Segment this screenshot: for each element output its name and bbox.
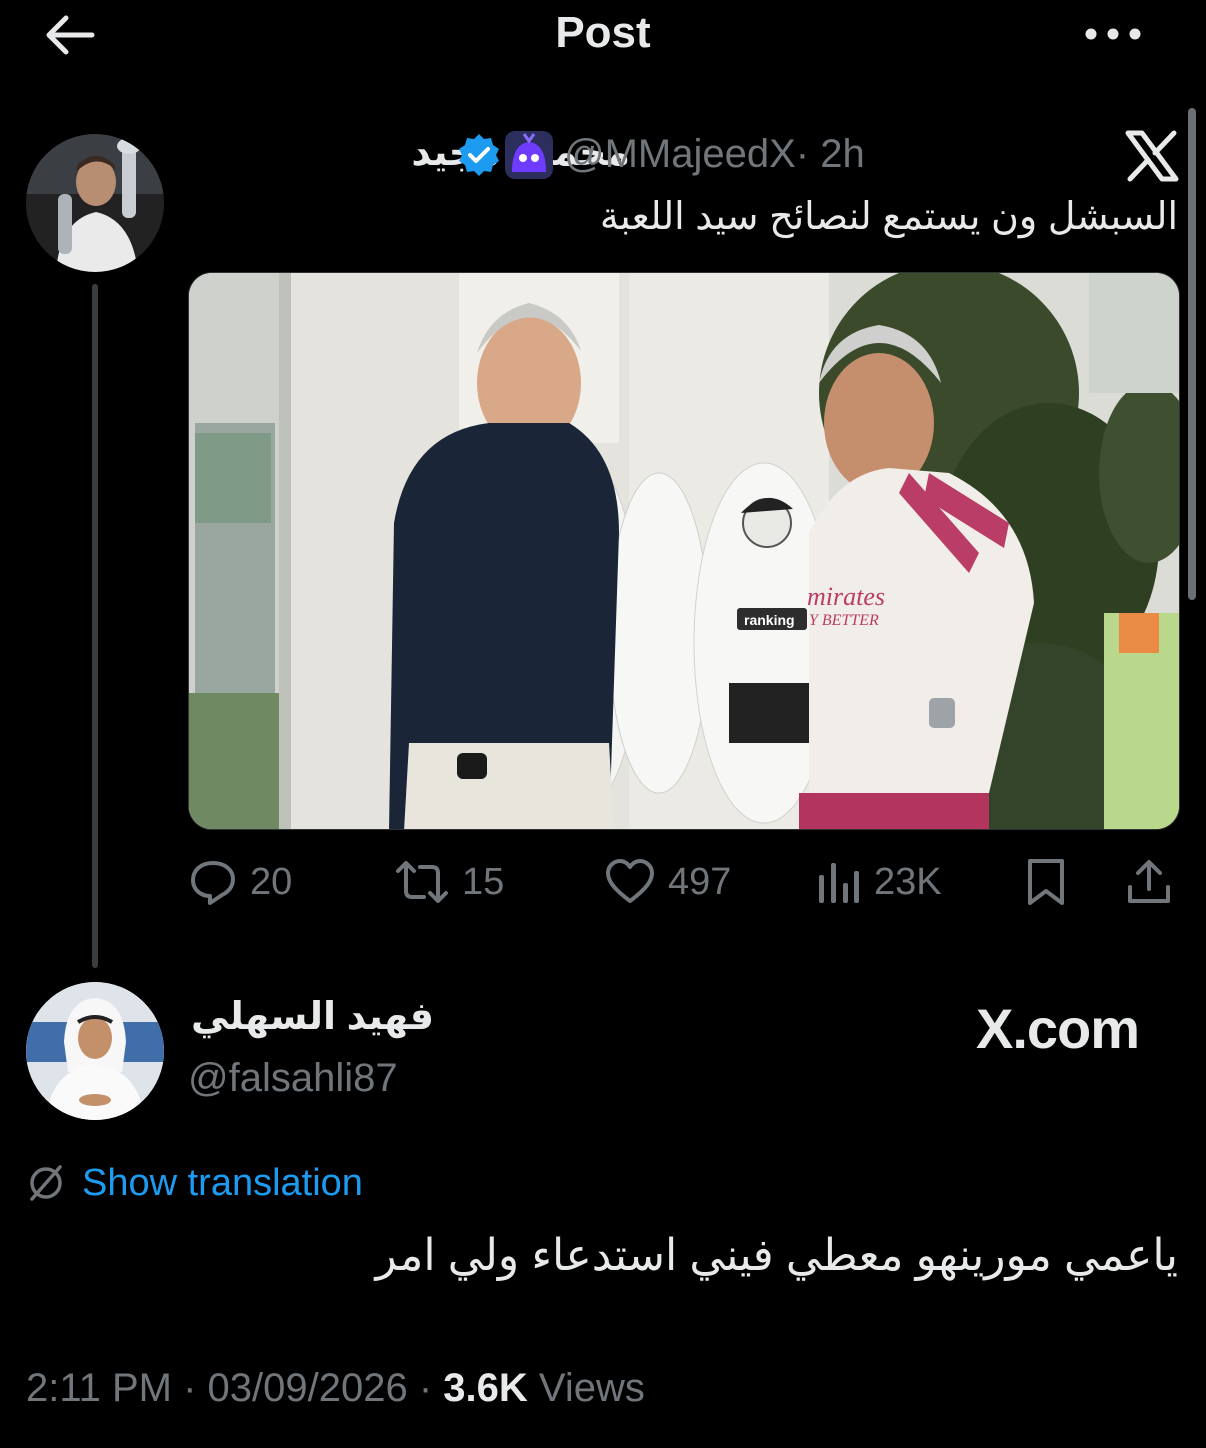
bookmark-icon [1028,859,1064,905]
repost-icon [396,861,448,903]
reply-button[interactable]: 20 [188,856,292,908]
x-logo-icon [1125,130,1179,182]
quoted-post-header: محمود مجيد @MMajeedX· 2h [188,130,948,186]
post-datetime[interactable]: 2:11 PM · 03/09/2026 · [26,1366,443,1410]
share-icon [1128,860,1170,903]
automated-account-icon [505,131,553,179]
heart-icon [606,859,654,903]
author-handle-line[interactable]: @MMajeedX· 2h [564,132,865,177]
bookmark-button[interactable] [1024,856,1068,908]
reply-author-name[interactable]: فهيد السهلي [188,994,434,1039]
post-actions: 20 15 497 23K [188,856,1178,908]
shirt-text: mirates [807,582,885,611]
repost-button[interactable]: 15 [394,856,504,908]
like-button[interactable]: 497 [604,856,731,908]
share-button[interactable] [1126,856,1172,908]
views-count: 3.6K [443,1366,528,1410]
show-translation-button[interactable]: Show translation [26,1160,363,1206]
analytics-icon [819,863,859,903]
page-title: Post [555,8,651,57]
avatar[interactable] [26,134,164,272]
more-horizontal-icon[interactable] [1082,14,1144,54]
avatar[interactable] [26,982,164,1120]
quoted-post-text: السبشل ون يستمع لنصائح سيد اللعبة [599,196,1178,238]
views-button[interactable]: 23K [816,856,942,908]
verified-badge-icon [459,134,499,176]
post-image[interactable]: ranking mirates Y BETTER [188,272,1180,830]
thread-line [92,284,98,968]
repost-count: 15 [462,860,505,903]
author-handle[interactable]: @MMajeedX [564,132,796,176]
like-count: 497 [668,860,732,903]
views-label: Views [527,1366,645,1410]
post-photo: ranking mirates Y BETTER [189,273,1179,829]
show-translation-label[interactable]: Show translation [82,1162,363,1205]
dummy-text: ranking [744,612,795,628]
scrollbar[interactable] [1188,108,1196,600]
reply-author-handle[interactable]: @falsahli87 [188,1056,398,1101]
shirt-subtext: Y BETTER [809,612,879,629]
avatar-photo [26,982,164,1120]
avatar-photo [26,134,164,272]
post-meta: 2:11 PM · 03/09/2026 · 3.6K Views [26,1366,645,1411]
view-count: 23K [874,860,942,903]
globe-slash-icon [30,1165,62,1201]
post-time: · 2h [795,132,865,176]
reply-text: ياعمي مورينهو معطي فيني استدعاء ولي امر [375,1231,1178,1280]
reply-count: 20 [250,860,293,903]
top-bar: Post [0,0,1206,70]
reply-icon [191,861,235,905]
watermark: X.com [976,997,1140,1060]
